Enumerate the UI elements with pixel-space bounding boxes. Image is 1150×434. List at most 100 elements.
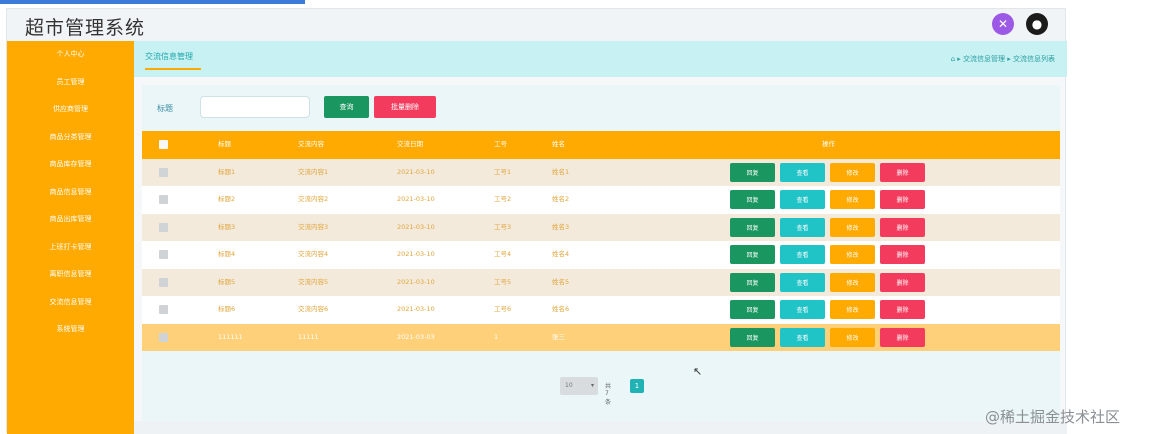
cell-name: 姓名4 [552,250,570,258]
cell-date: 2021-03-10 [397,277,435,286]
table-row: 标题2 交流内容2 2021-03-10 工号2 姓名2 回复 查看 修改 删除 [142,186,1060,214]
view-button[interactable]: 查看 [780,245,825,264]
bottom-bar [134,421,1067,434]
page-size-select[interactable]: 10 ▾ [560,377,598,395]
cell-content: 交流内容2 [298,195,329,203]
main-content: 交流信息管理 ⌂ ▸ 交流信息管理 ▸ 交流信息列表 标题 查询 批量删除 标题… [134,41,1067,434]
cell-content: 交流内容4 [298,250,329,258]
page-number-current[interactable]: 1 [630,379,644,393]
table-row: 标题3 交流内容3 2021-03-10 工号3 姓名3 回复 查看 修改 删除 [142,213,1060,241]
reply-button[interactable]: 回复 [730,217,775,237]
edit-button[interactable]: 修改 [830,300,875,319]
reply-button[interactable]: 回复 [730,245,775,264]
sidebar-item-outbound[interactable]: 商品出库管理 [7,206,134,234]
view-button[interactable]: 查看 [780,162,825,182]
sidebar-item-communication[interactable]: 交流信息管理 [7,289,134,317]
cell-date: 2021-03-03 [397,332,435,341]
sidebar-item-inventory[interactable]: 商品库存管理 [7,151,134,179]
column-header-content: 交流内容 [298,140,324,148]
table-row: 标题4 交流内容4 2021-03-10 工号4 姓名4 回复 查看 修改 删除 [142,241,1060,269]
mouse-cursor-icon: ↖ [693,365,703,378]
cell-title: 标题5 [218,277,236,286]
sidebar-item-employees[interactable]: 员工管理 [7,69,134,97]
row-checkbox[interactable] [159,332,168,342]
table-row: 标题6 交流内容6 2021-03-10 工号6 姓名6 回复 查看 修改 删除 [142,296,1060,324]
delete-button[interactable]: 删除 [880,217,925,237]
edit-button[interactable]: 修改 [830,272,875,292]
sidebar-item-resignation[interactable]: 离职信息管理 [7,261,134,289]
row-checkbox[interactable] [159,222,168,232]
search-input[interactable] [200,96,310,118]
view-button[interactable]: 查看 [780,272,825,292]
search-button[interactable]: 查询 [324,96,369,118]
cell-title: 111111 [218,332,243,341]
cell-date: 2021-03-10 [397,167,435,176]
view-button[interactable]: 查看 [780,217,825,237]
reply-button[interactable]: 回复 [730,190,775,209]
watermark: @稀土掘金技术社区 [985,408,1121,426]
cell-title: 标题4 [218,250,236,258]
reply-button[interactable]: 回复 [730,300,775,319]
cell-content: 交流内容3 [298,222,329,231]
column-header-empno: 工号 [494,140,507,148]
row-checkbox[interactable] [159,277,168,287]
breadcrumb-bar: 交流信息管理 ⌂ ▸ 交流信息管理 ▸ 交流信息列表 [134,41,1067,77]
search-label: 标题 [157,104,173,113]
delete-button[interactable]: 删除 [880,300,925,319]
row-checkbox[interactable] [159,195,168,204]
delete-button[interactable]: 删除 [880,190,925,209]
close-icon[interactable]: ✕ [992,13,1014,35]
row-checkbox[interactable] [159,250,168,259]
cell-date: 2021-03-10 [397,305,435,313]
reply-button[interactable]: 回复 [730,272,775,292]
cell-date: 2021-03-10 [397,250,435,258]
cell-name: 张三 [552,332,565,341]
cell-content: 交流内容1 [298,167,329,176]
row-checkbox[interactable] [159,167,168,177]
cell-date: 2021-03-10 [397,195,435,203]
app-window: 超市管理系统 ✕ ● 个人中心 员工管理 供应商管理 商品分类管理 商品库存管理… [6,8,1067,434]
view-button[interactable]: 查看 [780,190,825,209]
cell-title: 标题6 [218,305,236,313]
select-all-checkbox[interactable] [159,140,168,149]
delete-button[interactable]: 删除 [880,245,925,264]
cell-title: 标题1 [218,167,236,176]
cell-date: 2021-03-10 [397,222,435,231]
sidebar-item-system[interactable]: 系统管理 [7,316,134,344]
row-checkbox[interactable] [159,305,168,314]
cell-empno: 工号5 [494,277,512,286]
sidebar-item-products[interactable]: 商品信息管理 [7,179,134,207]
edit-button[interactable]: 修改 [830,245,875,264]
user-icon[interactable]: ● [1026,13,1048,35]
reply-button[interactable]: 回复 [730,327,775,347]
edit-button[interactable]: 修改 [830,190,875,209]
view-button[interactable]: 查看 [780,327,825,347]
chevron-down-icon: ▾ [590,382,594,389]
table-row-selected: 111111 11111 2021-03-03 1 张三 回复 查看 修改 删除 [142,323,1060,351]
cell-content: 交流内容5 [298,277,329,286]
cell-title: 标题2 [218,195,236,203]
cell-content: 交流内容6 [298,305,329,313]
cell-empno: 1 [494,332,499,341]
cell-title: 标题3 [218,222,236,231]
table-row: 标题1 交流内容1 2021-03-10 工号1 姓名1 回复 查看 修改 删除 [142,158,1060,186]
cell-name: 姓名1 [552,167,570,176]
page-total: 共7条 [605,383,612,406]
top-accent-bar [0,0,305,4]
sidebar-item-categories[interactable]: 商品分类管理 [7,124,134,152]
cell-empno: 工号6 [494,305,512,313]
edit-button[interactable]: 修改 [830,327,875,347]
delete-button[interactable]: 删除 [880,162,925,182]
view-button[interactable]: 查看 [780,300,825,319]
bulk-delete-button[interactable]: 批量删除 [374,96,436,118]
reply-button[interactable]: 回复 [730,162,775,182]
sidebar-item-suppliers[interactable]: 供应商管理 [7,96,134,124]
edit-button[interactable]: 修改 [830,217,875,237]
tab-communication[interactable]: 交流信息管理 [145,51,201,70]
sidebar-item-profile[interactable]: 个人中心 [7,41,134,69]
table-row: 标题5 交流内容5 2021-03-10 工号5 姓名5 回复 查看 修改 删除 [142,268,1060,296]
sidebar-item-attendance[interactable]: 上班打卡管理 [7,234,134,262]
delete-button[interactable]: 删除 [880,327,925,347]
edit-button[interactable]: 修改 [830,162,875,182]
delete-button[interactable]: 删除 [880,272,925,292]
